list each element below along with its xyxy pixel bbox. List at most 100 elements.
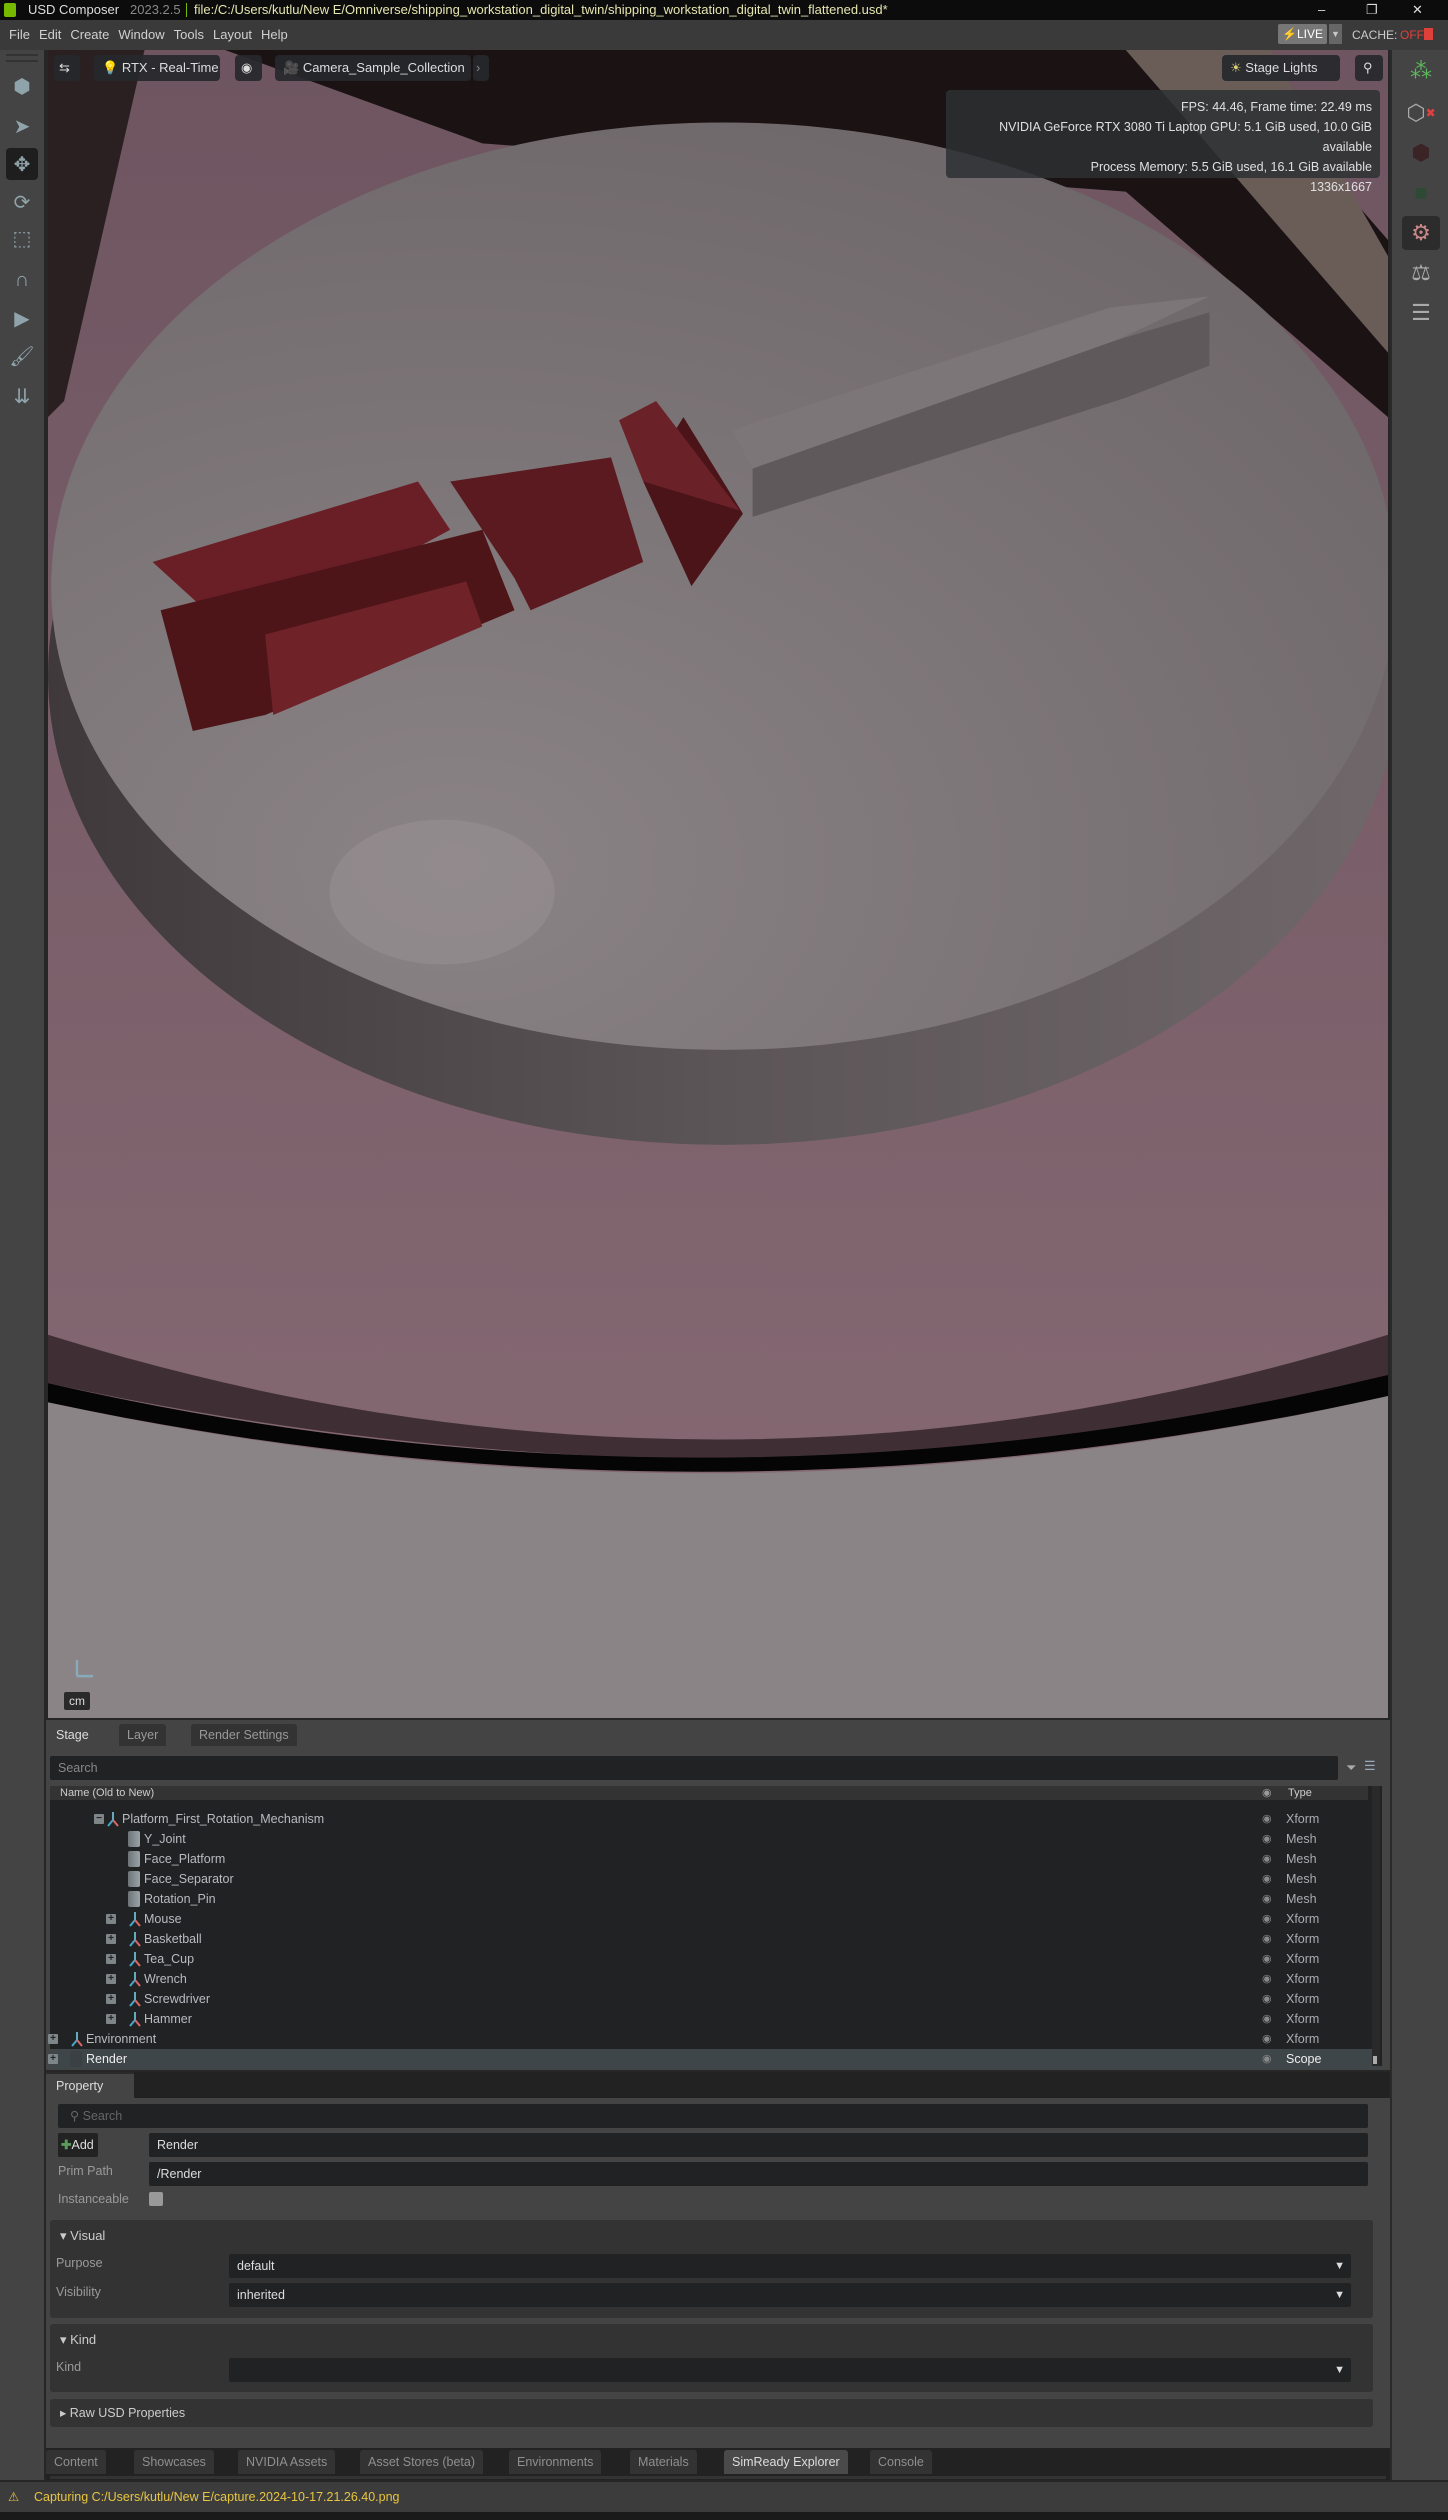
add-button[interactable]: ✚Add	[58, 2133, 98, 2157]
kind-dropdown[interactable]: ▼	[229, 2358, 1351, 2382]
expand-arrow-icon[interactable]: ›	[473, 55, 489, 81]
tab-property[interactable]: Property	[48, 2075, 112, 2097]
menu-help[interactable]: Help	[261, 20, 288, 50]
visibility-eye-icon[interactable]: ◉	[1262, 1969, 1272, 1989]
stage-tree-row[interactable]: + Hammer ◉ Xform	[50, 2009, 1380, 2029]
prim-path-field[interactable]: /Render	[149, 2162, 1368, 2186]
clear-physics-icon[interactable]: ⬡ ✖	[1402, 96, 1440, 130]
rotate-icon[interactable]: ⟳	[6, 186, 38, 218]
bottom-tab-materials[interactable]: Materials	[630, 2450, 697, 2474]
stage-tree-row[interactable]: + Render ◉ Scope	[48, 2049, 1380, 2069]
menu-create[interactable]: Create	[70, 20, 109, 50]
stage-tree-row[interactable]: + Tea_Cup ◉ Xform	[50, 1949, 1380, 1969]
tab-layer[interactable]: Layer	[119, 1724, 167, 1746]
tree-scrollbar[interactable]	[1372, 1786, 1380, 2066]
move-icon[interactable]: ✥	[6, 148, 38, 180]
stage-tree-row[interactable]: Y_Joint ◉ Mesh	[50, 1829, 1380, 1849]
column-name-header[interactable]: Name (Old to New)	[60, 1786, 154, 1800]
rigid-body-icon[interactable]: ⬢	[1402, 136, 1440, 170]
bottom-tab-asset-stores-beta[interactable]: Asset Stores (beta)	[360, 2450, 483, 2474]
visibility-eye-icon[interactable]: ◉	[1262, 1949, 1272, 1969]
stage-tree-row[interactable]: Rotation_Pin ◉ Mesh	[50, 1889, 1380, 1909]
stage-tree-row[interactable]: + Screwdriver ◉ Xform	[50, 1989, 1380, 2009]
tab-render-settings[interactable]: Render Settings	[191, 1724, 297, 1746]
play-icon[interactable]: ▶	[6, 302, 38, 334]
minimize-button[interactable]: ‒	[1318, 0, 1325, 20]
cache-state[interactable]: OFF	[1400, 20, 1424, 50]
options-menu-icon[interactable]: ☰	[1364, 1758, 1376, 1774]
visibility-eye-icon[interactable]: ◉	[1262, 1909, 1272, 1929]
render-mode-button[interactable]: 💡 RTX - Real-Time	[94, 55, 220, 81]
collider-icon[interactable]: ■	[1402, 176, 1440, 210]
visibility-eye-icon[interactable]: ◉	[1262, 1829, 1272, 1849]
visibility-eye-icon[interactable]: ◉	[1262, 1849, 1272, 1869]
visibility-eye-icon[interactable]: ◉	[1262, 1929, 1272, 1949]
visibility-eye-icon[interactable]: ◉	[1262, 2049, 1272, 2069]
tab-stage[interactable]: Stage	[48, 1724, 97, 1746]
column-type-header[interactable]: Type	[1288, 1786, 1312, 1800]
expand-toggle-icon[interactable]: +	[106, 1914, 116, 1924]
expand-toggle-icon[interactable]: +	[106, 1954, 116, 1964]
expand-toggle-icon[interactable]: +	[106, 1994, 116, 2004]
stage-tree-row[interactable]: − Platform_First_Rotation_Mechanism ◉ Xform	[50, 1809, 1380, 1829]
menu-file[interactable]: File	[9, 20, 30, 50]
snap-magnet-icon[interactable]: ∩	[6, 264, 38, 296]
stage-search-input[interactable]: Search	[50, 1756, 1338, 1780]
stage-tree-row[interactable]: + Environment ◉ Xform	[48, 2029, 1380, 2049]
visibility-eye-icon[interactable]: ◉	[235, 55, 262, 81]
visual-section-header[interactable]: ▾ Visual	[60, 2228, 105, 2244]
visibility-eye-icon[interactable]: ◉	[1262, 1989, 1272, 2009]
menu-tools[interactable]: Tools	[174, 20, 204, 50]
bottom-tab-content[interactable]: Content	[46, 2450, 106, 2474]
expand-toggle-icon[interactable]: +	[106, 1934, 116, 1944]
camera-button[interactable]: 🎥 Camera_Sample_Collection	[275, 55, 471, 81]
visibility-eye-icon[interactable]: ◉	[1262, 1869, 1272, 1889]
expand-toggle-icon[interactable]: +	[106, 1974, 116, 1984]
restore-button[interactable]: ❐	[1366, 0, 1378, 20]
collapse-toggle-icon[interactable]: −	[94, 1814, 104, 1824]
raw-usd-header[interactable]: ▸ Raw USD Properties	[60, 2405, 185, 2420]
menu-layout[interactable]: Layout	[213, 20, 252, 50]
property-search-input[interactable]: ⚲ Search	[58, 2104, 1368, 2128]
kind-section-header[interactable]: ▾ Kind	[60, 2332, 96, 2348]
expand-toggle-icon[interactable]: +	[48, 2054, 58, 2064]
stage-tree-row[interactable]: Face_Separator ◉ Mesh	[50, 1869, 1380, 1889]
purpose-dropdown[interactable]: default ▼	[229, 2254, 1351, 2278]
physics-group-icon[interactable]: ⁂	[1402, 54, 1440, 88]
menu-edit[interactable]: Edit	[39, 20, 61, 50]
bottom-tab-showcases[interactable]: Showcases	[134, 2450, 214, 2474]
live-dropdown[interactable]: ▼	[1329, 24, 1342, 44]
filter-icon[interactable]: ⏷	[1346, 1760, 1356, 1776]
instanceable-checkbox[interactable]	[149, 2192, 163, 2206]
visibility-eye-icon[interactable]: ◉	[1262, 2029, 1272, 2049]
bottom-tab-environments[interactable]: Environments	[509, 2450, 602, 2474]
drop-object-icon[interactable]: ⇊	[6, 380, 38, 412]
stage-tree-row[interactable]: + Mouse ◉ Xform	[50, 1909, 1380, 1929]
raw-usd-section[interactable]: ▸ Raw USD Properties	[50, 2399, 1373, 2427]
bottom-tab-console[interactable]: Console	[870, 2450, 932, 2474]
mass-weight-icon[interactable]: ⚖	[1402, 256, 1440, 290]
bottom-tab-simready-explorer[interactable]: SimReady Explorer	[724, 2450, 848, 2474]
stage-tree-row[interactable]: + Wrench ◉ Xform	[50, 1969, 1380, 1989]
scale-icon[interactable]: ⬚	[6, 222, 38, 254]
visibility-dropdown[interactable]: inherited ▼	[229, 2283, 1351, 2307]
toolbar-grip[interactable]	[6, 54, 38, 62]
visibility-eye-icon[interactable]: ◉	[1262, 1809, 1272, 1829]
select-arrow-icon[interactable]: ➤	[6, 110, 38, 142]
close-button[interactable]: ✕	[1412, 0, 1423, 20]
location-pin-icon[interactable]: ⚲	[1355, 55, 1383, 81]
sliders-icon[interactable]: ☰	[1402, 296, 1440, 330]
bottom-tab-nvidia-assets[interactable]: NVIDIA Assets	[238, 2450, 336, 2474]
physics-settings-gear-icon[interactable]: ⚙	[1402, 216, 1440, 250]
viewport-settings-icon[interactable]: ⇆	[54, 55, 80, 81]
visibility-eye-icon[interactable]: ◉	[1262, 2009, 1272, 2029]
prim-name-field[interactable]: Render	[149, 2133, 1368, 2157]
viewport[interactable]: ⇆ 💡 RTX - Real-Time ◉ 🎥 Camera_Sample_Co…	[48, 50, 1388, 1718]
visibility-eye-icon[interactable]: ◉	[1262, 1889, 1272, 1909]
expand-toggle-icon[interactable]: +	[48, 2034, 58, 2044]
visibility-column-eye-icon[interactable]: ◉	[1262, 1786, 1272, 1800]
menu-window[interactable]: Window	[118, 20, 164, 50]
live-button[interactable]: ⚡LIVE	[1278, 24, 1327, 44]
stage-tree-row[interactable]: Face_Platform ◉ Mesh	[50, 1849, 1380, 1869]
stage-lights-button[interactable]: ☀ Stage Lights	[1222, 55, 1340, 81]
